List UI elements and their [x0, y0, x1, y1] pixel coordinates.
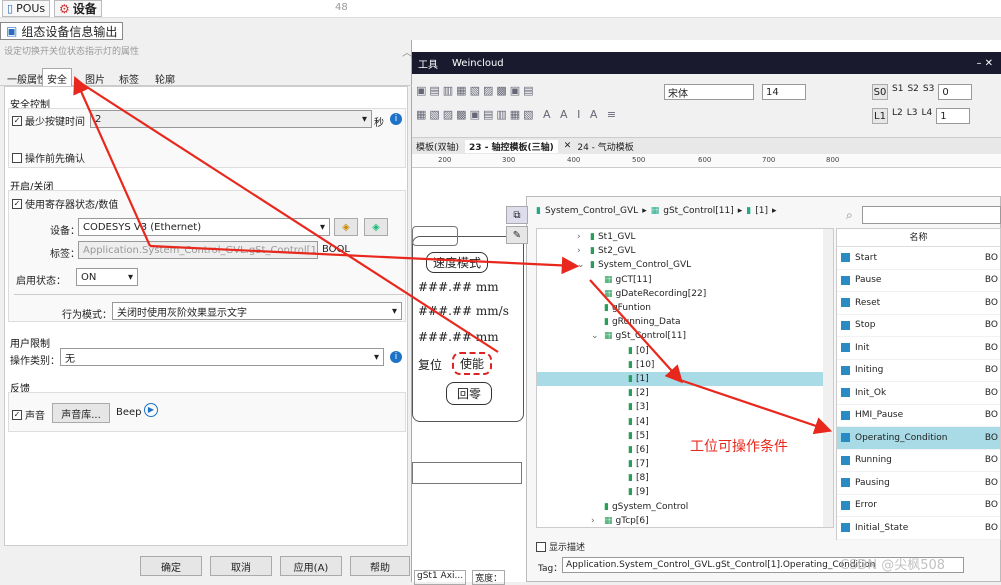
annotation-arrows [73, 75, 833, 435]
arrow-to-system-control [149, 244, 580, 275]
arrow-to-operating-condition [679, 378, 833, 435]
arrow-to-index-1 [589, 279, 683, 384]
arrow-to-enable [75, 79, 499, 353]
